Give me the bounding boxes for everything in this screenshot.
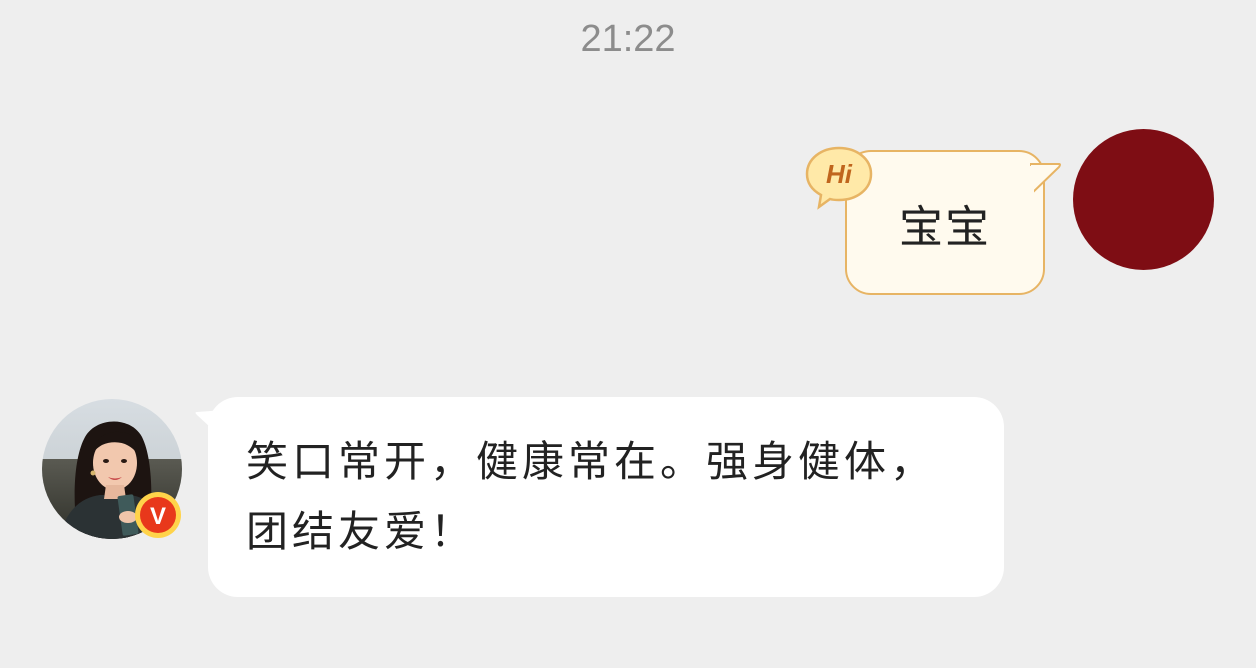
message-timestamp: 21:22 <box>580 18 676 60</box>
hi-badge-icon: Hi <box>805 146 873 210</box>
outgoing-message-bubble[interactable]: 宝宝 <box>845 150 1045 295</box>
hi-badge-text: Hi <box>826 159 853 189</box>
outgoing-bubble-tail <box>1030 163 1061 196</box>
verified-badge-text: V <box>150 503 166 530</box>
incoming-message-text: 笑口常开，健康常在。强身健体，团结友爱！ <box>246 437 937 556</box>
self-avatar[interactable] <box>1073 129 1214 270</box>
outgoing-message-text: 宝宝 <box>899 201 991 253</box>
verified-badge-icon: V <box>135 492 181 538</box>
incoming-message-bubble[interactable]: 笑口常开，健康常在。强身健体，团结友爱！ <box>208 397 1004 597</box>
